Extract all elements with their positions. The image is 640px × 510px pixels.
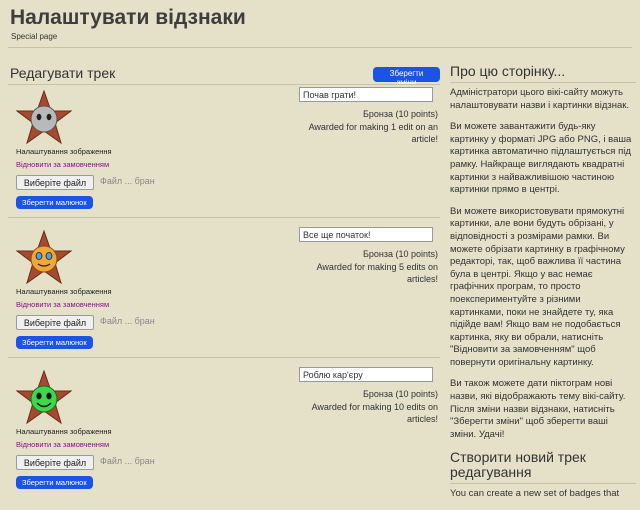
- save-image-button[interactable]: Зберегти малюнок: [16, 196, 93, 209]
- create-track-text: You can create a new set of badges that: [450, 488, 620, 500]
- sidebar-paragraph: Ви можете використовувати прямокутні кар…: [450, 205, 625, 368]
- badge-row: Налаштування зображення Відновити за зам…: [8, 87, 440, 230]
- sidebar: Про цю сторінку... Адміністратори цього …: [450, 63, 636, 510]
- title-divider: [8, 47, 632, 48]
- page-subtitle: Special page: [11, 32, 58, 41]
- revert-default-link[interactable]: Відновити за замовченням: [16, 160, 109, 169]
- badge-points: Бронза (10 points): [362, 389, 438, 399]
- no-file-label: Файл ... бран: [100, 176, 155, 186]
- image-settings-label: Налаштування зображення: [16, 427, 112, 436]
- sidebar-paragraph: Ви можете завантажити будь-яку картинку …: [450, 121, 632, 196]
- badge-points: Бронза (10 points): [362, 249, 438, 259]
- sidebar-divider: [450, 82, 636, 83]
- create-track-title: Створити новий трек редагування: [450, 449, 586, 481]
- orange-face-star-icon: [16, 230, 72, 285]
- image-settings-label: Налаштування зображення: [16, 287, 112, 296]
- revert-default-link[interactable]: Відновити за замовченням: [16, 300, 109, 309]
- sidebar-divider: [450, 483, 636, 485]
- choose-file-button[interactable]: Виберіте файл: [16, 455, 94, 470]
- choose-file-button[interactable]: Виберіте файл: [16, 315, 94, 330]
- sidebar-paragraph: Адміністратори цього вікі-сайту можуть н…: [450, 87, 630, 111]
- sidebar-paragraph: Ви також можете дати піктограм нові назв…: [450, 378, 626, 440]
- section-title: Редагувати трек: [10, 65, 116, 81]
- green-face-star-icon: [16, 370, 72, 425]
- no-file-label: Файл ... бран: [100, 456, 155, 466]
- save-image-button[interactable]: Зберегти малюнок: [16, 336, 93, 349]
- badge-row: Налаштування зображення Відновити за зам…: [8, 227, 440, 370]
- badge-name-input[interactable]: [299, 87, 433, 102]
- badge-divider: [8, 357, 440, 358]
- save-image-button[interactable]: Зберегти малюнок: [16, 476, 93, 489]
- badge-description: Awarded for making 5 edits on articles!: [316, 262, 438, 284]
- no-file-label: Файл ... бран: [100, 316, 155, 326]
- revert-default-link[interactable]: Відновити за замовченням: [16, 440, 109, 449]
- badge-points: Бронза (10 points): [362, 109, 438, 119]
- image-settings-label: Налаштування зображення: [16, 147, 112, 156]
- badge-divider: [8, 217, 440, 218]
- section-divider: [8, 84, 440, 85]
- grey-face-star-icon: [16, 90, 72, 145]
- badge-description: Awarded for making 1 edit on an article!: [308, 122, 438, 144]
- page-title: Налаштувати відзнаки: [10, 6, 246, 29]
- save-changes-button[interactable]: Зберегти зміни: [373, 67, 440, 87]
- badge-name-input[interactable]: [299, 227, 433, 242]
- about-title: Про цю сторінку...: [450, 63, 566, 79]
- badge-row: Налаштування зображення Відновити за зам…: [8, 367, 440, 510]
- badge-description: Awarded for making 10 edits on articles!: [311, 402, 438, 424]
- choose-file-button[interactable]: Виберіте файл: [16, 175, 94, 190]
- badge-name-input[interactable]: [299, 367, 433, 382]
